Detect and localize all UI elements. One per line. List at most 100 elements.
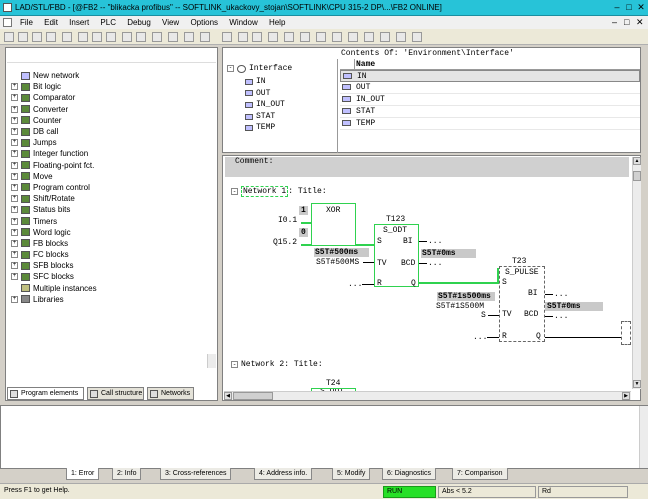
collapse-icon[interactable]: - xyxy=(227,65,234,72)
doc-maximize-button[interactable]: □ xyxy=(624,17,629,27)
network-1-collapse-icon[interactable]: - xyxy=(231,188,238,195)
new-icon[interactable] xyxy=(4,32,14,42)
symbol-icon[interactable] xyxy=(364,32,374,42)
expand-icon[interactable]: + xyxy=(11,239,18,247)
interface-tree-item[interactable]: IN xyxy=(245,76,285,88)
status-icon[interactable] xyxy=(316,32,326,42)
tree-item[interactable]: Multiple instances xyxy=(11,283,97,294)
menu-view[interactable]: View xyxy=(162,16,179,29)
tree-item[interactable]: + Shift/Rotate xyxy=(11,193,97,204)
tab-cross-references[interactable]: 3: Cross-references xyxy=(160,468,232,480)
editor-vscroll-thumb[interactable] xyxy=(633,171,641,181)
tab-diagnostics[interactable]: 6: Diagnostics xyxy=(382,468,436,480)
details-icon[interactable] xyxy=(284,32,294,42)
interface-table-row[interactable]: STAT xyxy=(340,106,640,118)
odt-instance[interactable]: T123 xyxy=(386,215,405,224)
tree-item[interactable]: + Jumps xyxy=(11,137,97,148)
xor-in2-operand[interactable]: Q15.2 xyxy=(273,238,297,247)
zoom-icon[interactable] xyxy=(184,32,194,42)
menu-file[interactable]: File xyxy=(20,16,33,29)
menu-window[interactable]: Window xyxy=(229,16,257,29)
editor-hscroll-thumb[interactable] xyxy=(233,392,273,400)
interface-table-row[interactable]: TEMP xyxy=(340,118,640,130)
network-2-header[interactable]: - Network 2 : Title: xyxy=(231,360,323,369)
expand-icon[interactable]: + xyxy=(11,295,18,303)
interface-tree-item[interactable]: IN_OUT xyxy=(245,99,285,111)
interface-table-row[interactable]: IN_OUT xyxy=(340,94,640,106)
tree-item[interactable]: + Counter xyxy=(11,115,97,126)
paste-icon[interactable] xyxy=(106,32,116,42)
expand-icon[interactable]: + xyxy=(11,206,18,214)
expand-icon[interactable]: + xyxy=(11,128,18,136)
tree-item[interactable]: + SFC blocks xyxy=(11,271,97,282)
tree-item[interactable]: + Integer function xyxy=(11,148,97,159)
expand-icon[interactable]: + xyxy=(11,273,18,281)
comment-field[interactable]: Comment: xyxy=(225,157,629,177)
xor-in1-operand[interactable]: I0.1 xyxy=(278,216,297,225)
pulse-tv-operand[interactable]: S5T#1S500M xyxy=(436,302,484,311)
box-icon[interactable] xyxy=(268,32,278,42)
tree-item[interactable]: + Converter xyxy=(11,104,97,115)
interface-tree-item[interactable]: OUT xyxy=(245,88,285,100)
online-icon[interactable] xyxy=(32,32,42,42)
expand-icon[interactable]: + xyxy=(11,150,18,158)
overview-icon[interactable] xyxy=(200,32,210,42)
menu-debug[interactable]: Debug xyxy=(127,16,151,29)
odt-bcd-operand[interactable]: ... xyxy=(428,259,442,268)
expand-icon[interactable]: + xyxy=(11,105,18,113)
branch-icon[interactable] xyxy=(252,32,262,42)
compare-icon[interactable] xyxy=(348,32,358,42)
expand-icon[interactable]: + xyxy=(11,161,18,169)
pulse-bcd-operand[interactable]: ... xyxy=(554,312,568,321)
doc-minimize-button[interactable]: – xyxy=(612,17,617,27)
monitor-icon[interactable] xyxy=(168,32,178,42)
menu-insert[interactable]: Insert xyxy=(69,16,89,29)
doc-close-button[interactable]: ✕ xyxy=(636,17,644,28)
pulse-r-operand[interactable]: ... xyxy=(473,333,487,342)
odt-r-operand[interactable]: ... xyxy=(348,280,362,289)
address-icon[interactable] xyxy=(380,32,390,42)
network-icon[interactable] xyxy=(222,32,232,42)
interface-table-row[interactable]: OUT xyxy=(340,82,640,94)
watch-icon[interactable] xyxy=(332,32,342,42)
menu-help[interactable]: Help xyxy=(269,16,285,29)
tree-item[interactable]: + FB blocks xyxy=(11,238,97,249)
tree-scrollbar[interactable] xyxy=(207,354,216,368)
output-scrollbar[interactable] xyxy=(639,406,648,468)
tree-item[interactable]: New network xyxy=(11,70,97,81)
tree-item[interactable]: + Move xyxy=(11,171,97,182)
network-1-header[interactable]: - Network 1 : Title: xyxy=(231,186,327,197)
menu-plc[interactable]: PLC xyxy=(100,16,116,29)
layout-icon[interactable] xyxy=(300,32,310,42)
expand-icon[interactable]: + xyxy=(11,94,18,102)
tab-address-info[interactable]: 4: Address info. xyxy=(254,468,313,480)
tab-modify[interactable]: 5: Modify xyxy=(332,468,371,480)
expand-icon[interactable]: + xyxy=(11,139,18,147)
odt-tv-operand[interactable]: S5T#500MS xyxy=(316,258,359,267)
expand-icon[interactable]: + xyxy=(11,217,18,225)
undo-icon[interactable] xyxy=(122,32,132,42)
expand-icon[interactable]: + xyxy=(11,116,18,124)
expand-icon[interactable]: + xyxy=(11,183,18,191)
open-icon[interactable] xyxy=(18,32,28,42)
interface-tree-item[interactable]: TEMP xyxy=(245,122,285,134)
interface-tree-root[interactable]: - Interface xyxy=(227,64,292,73)
editor-hscrollbar[interactable]: ◀ ▶ xyxy=(224,391,631,400)
editor-vscrollbar[interactable]: ▲ ▼ xyxy=(632,157,641,389)
help-icon[interactable] xyxy=(412,32,422,42)
print-icon[interactable] xyxy=(62,32,72,42)
network-2-collapse-icon[interactable]: - xyxy=(231,361,238,368)
odt-bi-operand[interactable]: ... xyxy=(428,237,442,246)
maximize-button[interactable]: □ xyxy=(624,3,634,12)
interface-tree-item[interactable]: STAT xyxy=(245,111,285,123)
s-pulse-block[interactable]: S_PULSE S TV R BI BCD Q xyxy=(499,266,545,342)
tree-item[interactable]: + Floating-point fct. xyxy=(11,160,97,171)
minimize-button[interactable]: – xyxy=(612,3,622,12)
download-icon[interactable] xyxy=(152,32,162,42)
tab-call-structure[interactable]: Call structure xyxy=(87,387,144,400)
redo-icon[interactable] xyxy=(136,32,146,42)
tab-networks[interactable]: Networks xyxy=(147,387,194,400)
refresh-icon[interactable] xyxy=(396,32,406,42)
tree-item[interactable]: + Timers xyxy=(11,215,97,226)
pulse-instance[interactable]: T23 xyxy=(512,257,526,266)
